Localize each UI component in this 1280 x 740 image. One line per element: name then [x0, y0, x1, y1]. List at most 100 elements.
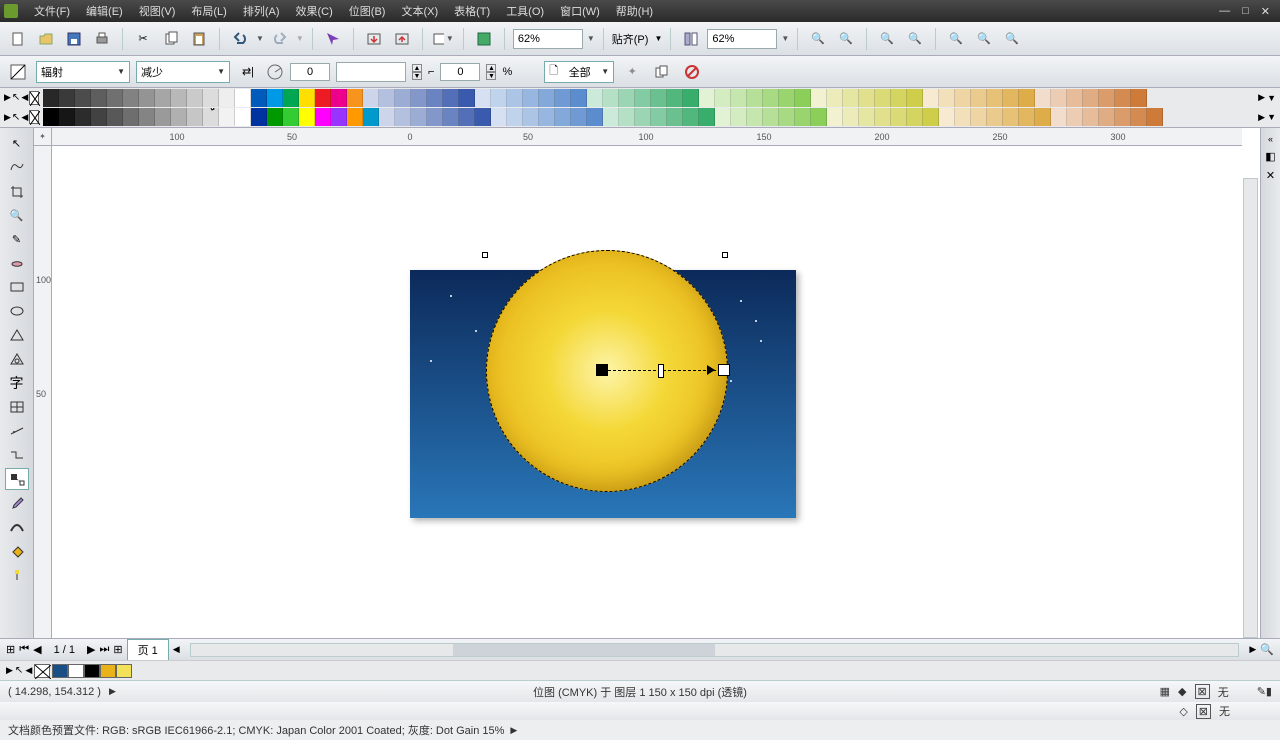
swatch[interactable] — [843, 89, 859, 107]
palette-prev-icon[interactable]: ◀ — [21, 92, 28, 103]
smart-fill-tool[interactable] — [5, 252, 29, 274]
swatch[interactable] — [1115, 108, 1131, 126]
palette2-pick-icon[interactable]: ↖ — [12, 112, 20, 123]
freehand-tool[interactable]: ✎ — [5, 228, 29, 250]
page-add-icon[interactable]: ⊞ — [113, 643, 122, 656]
swatch[interactable] — [843, 108, 859, 126]
swatch[interactable] — [411, 108, 427, 126]
swatch[interactable] — [1051, 89, 1067, 107]
minimize-icon[interactable]: — — [1219, 5, 1230, 18]
swatch[interactable] — [251, 89, 267, 107]
interactive-tool[interactable] — [5, 564, 29, 586]
vertical-scrollbar[interactable] — [1243, 178, 1258, 638]
swatch[interactable] — [891, 108, 907, 126]
swatch[interactable] — [955, 108, 971, 126]
outline-none-box[interactable]: ⊠ — [1196, 704, 1211, 719]
page-tab-1[interactable]: 页 1 — [127, 639, 169, 660]
swatch[interactable] — [987, 89, 1003, 107]
swatch[interactable] — [667, 108, 683, 126]
fill-tool[interactable] — [5, 540, 29, 562]
swatch[interactable] — [267, 108, 283, 126]
export-button[interactable] — [390, 27, 414, 51]
horizontal-scrollbar[interactable] — [190, 643, 1240, 657]
swatch[interactable] — [651, 108, 667, 126]
swatch[interactable] — [779, 89, 795, 107]
swatch[interactable] — [1067, 89, 1083, 107]
swatch[interactable] — [747, 89, 763, 107]
swatch[interactable] — [827, 89, 843, 107]
menu-edit[interactable]: 编辑(E) — [78, 3, 131, 19]
gradient-end-handle[interactable] — [718, 364, 730, 376]
swatch[interactable] — [91, 108, 107, 126]
swatch[interactable] — [347, 89, 363, 107]
swatch[interactable] — [443, 89, 459, 107]
hscroll-left-icon[interactable]: ◀ — [173, 644, 180, 655]
swatch[interactable] — [667, 89, 683, 107]
pad-spinner-dn[interactable]: ▼ — [486, 72, 496, 80]
fill-type-dropdown[interactable]: 辐射▼ — [36, 61, 130, 83]
new-button[interactable] — [6, 27, 30, 51]
swatch[interactable] — [123, 108, 139, 126]
apply-target-dropdown[interactable]: 🗋 全部▼ — [544, 61, 614, 83]
vertical-ruler[interactable]: 10050 — [34, 146, 52, 638]
horizontal-ruler[interactable]: 10050050100150200250300 — [52, 128, 1242, 146]
swatch[interactable] — [923, 89, 939, 107]
swatch[interactable] — [603, 89, 619, 107]
swatch[interactable] — [603, 108, 619, 126]
docpal-prev-icon[interactable]: ◀ — [25, 665, 32, 676]
zoom-width-button[interactable]: 🔍 — [972, 27, 996, 51]
swatch[interactable] — [699, 108, 715, 126]
selection-handle-tr[interactable] — [722, 252, 728, 258]
menu-window[interactable]: 窗口(W) — [552, 3, 608, 19]
swatch[interactable] — [43, 108, 59, 126]
swatch[interactable] — [171, 108, 187, 126]
swatch[interactable] — [171, 89, 187, 107]
print-button[interactable] — [90, 27, 114, 51]
swatch[interactable] — [907, 89, 923, 107]
fill-edit-button[interactable] — [6, 60, 30, 84]
swatch[interactable] — [651, 89, 667, 107]
swatch[interactable] — [1035, 108, 1051, 126]
swatch[interactable] — [619, 108, 635, 126]
gradient-preview[interactable] — [336, 62, 406, 82]
swatch[interactable] — [1019, 89, 1035, 107]
swatch[interactable] — [107, 89, 123, 107]
crop-tool[interactable] — [5, 180, 29, 202]
outline-tool[interactable] — [5, 516, 29, 538]
swatch[interactable] — [187, 108, 203, 126]
swatch[interactable] — [59, 108, 75, 126]
bitmap-object[interactable] — [410, 270, 796, 518]
swatch[interactable] — [763, 108, 779, 126]
hscroll-right-icon[interactable]: ▶ — [1249, 644, 1256, 655]
zoom-page-button[interactable]: 🔍 — [944, 27, 968, 51]
ruler-origin[interactable]: ✦ — [34, 128, 52, 146]
redo-button[interactable] — [268, 27, 292, 51]
no-color-swatch[interactable] — [29, 91, 39, 105]
docker-close-icon[interactable]: ✕ — [1266, 169, 1275, 182]
palette-more-icon[interactable]: ▼ — [1267, 93, 1276, 103]
swatch[interactable] — [779, 108, 795, 126]
swatch[interactable] — [395, 89, 411, 107]
swatch[interactable] — [939, 89, 955, 107]
swatch[interactable] — [315, 108, 331, 126]
page-last-icon[interactable]: ⏭ — [99, 643, 109, 656]
swatch[interactable] — [539, 108, 555, 126]
polygon-tool[interactable] — [5, 324, 29, 346]
pad-spinner-up[interactable]: ▲ — [486, 64, 496, 72]
swatch[interactable] — [475, 89, 491, 107]
swatch[interactable] — [1051, 108, 1067, 126]
angle-input[interactable] — [290, 63, 330, 81]
swatch[interactable] — [811, 89, 827, 107]
swatch[interactable] — [59, 89, 75, 107]
menu-tools[interactable]: 工具(O) — [498, 3, 552, 19]
swatch[interactable] — [987, 108, 1003, 126]
no-color-swatch-2[interactable] — [29, 110, 39, 124]
menu-table[interactable]: 表格(T) — [446, 3, 498, 19]
cut-button[interactable]: ✂ — [131, 27, 155, 51]
shape-tool[interactable] — [5, 156, 29, 178]
palette2-next-icon[interactable]: ▶ — [1258, 112, 1265, 123]
fullscreen-button[interactable] — [472, 27, 496, 51]
swatch[interactable] — [283, 89, 299, 107]
swatch[interactable] — [1083, 108, 1099, 126]
ellipse-tool[interactable] — [5, 300, 29, 322]
